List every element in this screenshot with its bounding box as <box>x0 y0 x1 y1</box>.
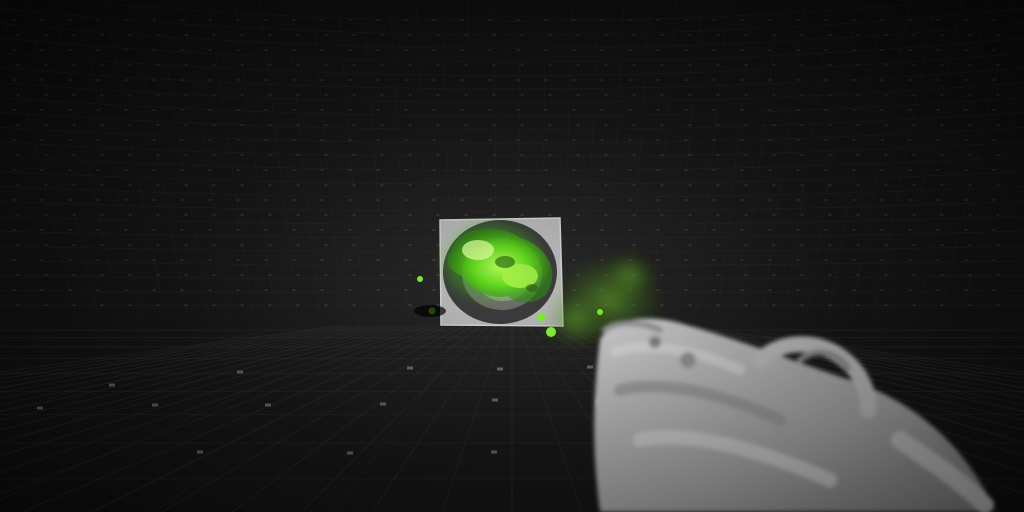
scene-canvas <box>0 0 1024 512</box>
vignette <box>0 0 1024 512</box>
game-viewport[interactable] <box>0 0 1024 512</box>
